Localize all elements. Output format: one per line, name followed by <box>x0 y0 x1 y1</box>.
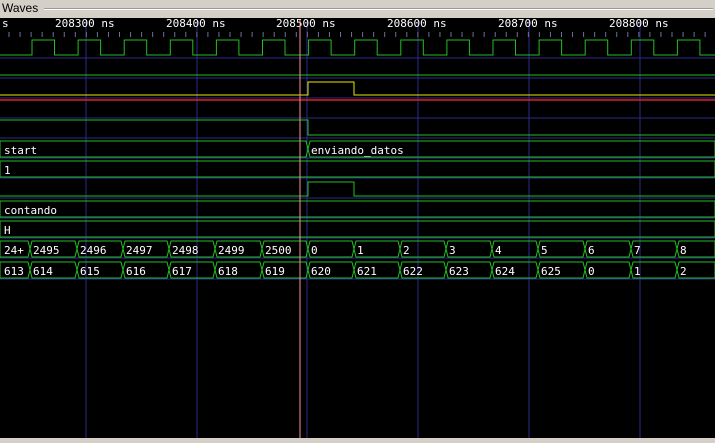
waves-panel-header: Waves <box>0 0 715 18</box>
index-bus-value: 623 <box>449 265 469 278</box>
panel-title: Waves <box>2 1 39 15</box>
counter-bus-value: 2496 <box>80 244 107 257</box>
counter-bus-value: 5 <box>541 244 548 257</box>
index-bus-value: 619 <box>265 265 285 278</box>
h-bus-segment <box>0 220 715 238</box>
index-bus-value: 2 <box>680 265 687 278</box>
ruler-label: 208400 ns <box>166 18 226 30</box>
ruler-label: 208800 ns <box>609 18 669 30</box>
mode-bus-segment <box>0 200 715 218</box>
counter-bus-value: 2498 <box>172 244 199 257</box>
h-bus-value: H <box>4 224 11 237</box>
clock-waveform <box>0 39 715 56</box>
state-bus-value: enviando_datos <box>311 144 404 157</box>
ruler-label: 208300 ns <box>55 18 115 30</box>
step-signal <box>0 119 715 136</box>
row1-bus-segment <box>0 160 715 178</box>
counter-bus-value: 7 <box>634 244 641 257</box>
index-bus-value: 621 <box>357 265 377 278</box>
counter-bus-value: 0 <box>311 244 318 257</box>
counter-bus-value: 3 <box>449 244 456 257</box>
ruler-label: s <box>2 18 9 30</box>
index-bus-value: 613 <box>4 265 24 278</box>
index-bus-value: 615 <box>80 265 100 278</box>
counter-bus-value: 24+ <box>4 244 24 257</box>
index-bus-value: 617 <box>172 265 192 278</box>
state-bus-segment <box>0 140 309 158</box>
ruler-label: 208700 ns <box>498 18 558 30</box>
header-divider <box>44 8 713 10</box>
index-bus-value: 1 <box>634 265 641 278</box>
ruler-label: 208600 ns <box>387 18 447 30</box>
ruler-label: 208500 ns <box>276 18 336 30</box>
mode-bus-value: contando <box>4 204 57 217</box>
index-bus-value: 625 <box>541 265 561 278</box>
waveform-area[interactable]: s 208300 ns 208400 ns 208500 ns 208600 ns 208… <box>0 17 715 438</box>
counter-bus-value: 2499 <box>218 244 245 257</box>
counter-bus-value: 2497 <box>126 244 153 257</box>
index-bus-value: 624 <box>495 265 515 278</box>
index-bus-value: 0 <box>588 265 595 278</box>
row1-bus-value: 1 <box>4 164 11 177</box>
index-bus-value: 622 <box>403 265 423 278</box>
state-bus-value: start <box>4 144 37 157</box>
index-bus-value: 618 <box>218 265 238 278</box>
counter-bus-value: 4 <box>495 244 502 257</box>
counter-bus-value: 2495 <box>33 244 60 257</box>
waveform-canvas[interactable]: s 208300 ns 208400 ns 208500 ns 208600 ns 208… <box>0 17 715 438</box>
index-bus-value: 614 <box>33 265 53 278</box>
counter-bus-value: 2500 <box>265 244 292 257</box>
counter-bus-value: 2 <box>403 244 410 257</box>
counter-bus-value: 8 <box>680 244 687 257</box>
index-bus-value: 616 <box>126 265 146 278</box>
counter-bus-value: 1 <box>357 244 364 257</box>
index-bus-value: 620 <box>311 265 331 278</box>
counter-bus-value: 6 <box>588 244 595 257</box>
yellow-signal <box>0 81 715 96</box>
pulse-signal <box>0 181 715 197</box>
